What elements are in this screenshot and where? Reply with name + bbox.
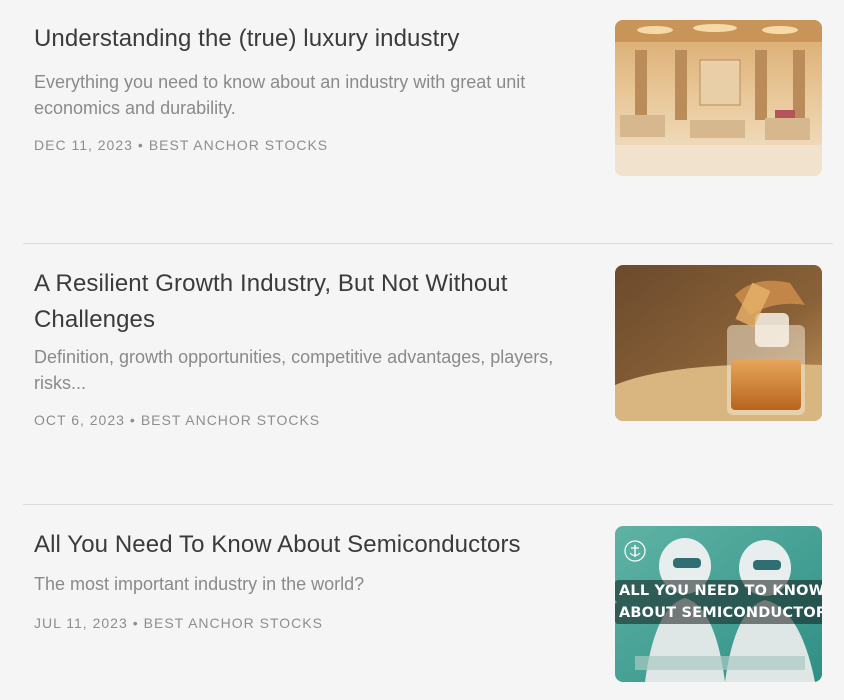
post-item[interactable]: Understanding the (true) luxury industry…: [23, 20, 833, 180]
thumbnail-caption-line1: ALL YOU NEED TO KNOW: [615, 580, 822, 602]
meta-separator: •: [129, 412, 136, 428]
thumbnail-caption-line2: ABOUT SEMICONDUCTORS: [615, 602, 822, 624]
meta-separator: •: [137, 137, 144, 153]
post-title[interactable]: All You Need To Know About Semiconductor…: [34, 527, 594, 563]
divider: [23, 243, 833, 244]
post-text: Understanding the (true) luxury industry…: [34, 21, 594, 153]
luxury-store-image: [615, 20, 822, 176]
post-item[interactable]: All You Need To Know About Semiconductor…: [23, 526, 833, 686]
post-text: A Resilient Growth Industry, But Not Wit…: [34, 266, 594, 428]
post-meta: DEC 11, 2023 • BEST ANCHOR STOCKS: [34, 137, 594, 153]
post-text: All You Need To Know About Semiconductor…: [34, 527, 594, 631]
meta-separator: •: [132, 615, 139, 631]
post-item[interactable]: A Resilient Growth Industry, But Not Wit…: [23, 265, 833, 428]
post-meta: OCT 6, 2023 • BEST ANCHOR STOCKS: [34, 412, 594, 428]
post-date: DEC 11, 2023: [34, 137, 133, 153]
divider: [23, 504, 833, 505]
post-date: JUL 11, 2023: [34, 615, 128, 631]
post-date: OCT 6, 2023: [34, 412, 125, 428]
post-title[interactable]: A Resilient Growth Industry, But Not Wit…: [34, 266, 554, 338]
anchor-logo-icon: [624, 540, 646, 562]
post-thumbnail[interactable]: [615, 20, 822, 176]
post-subtitle: Everything you need to know about an ind…: [34, 72, 526, 118]
post-author[interactable]: BEST ANCHOR STOCKS: [144, 615, 323, 631]
post-thumbnail[interactable]: [615, 265, 822, 421]
whiskey-glass-image: [615, 265, 822, 421]
thumbnail-caption: ALL YOU NEED TO KNOW ABOUT SEMICONDUCTOR…: [615, 580, 822, 624]
post-subtitle: Definition, growth opportunities, compet…: [34, 347, 554, 393]
post-title[interactable]: Understanding the (true) luxury industry: [34, 21, 594, 57]
post-meta: JUL 11, 2023 • BEST ANCHOR STOCKS: [34, 615, 594, 631]
post-author[interactable]: BEST ANCHOR STOCKS: [141, 412, 320, 428]
post-subtitle: The most important industry in the world…: [34, 574, 365, 594]
post-thumbnail[interactable]: ALL YOU NEED TO KNOW ABOUT SEMICONDUCTOR…: [615, 526, 822, 682]
post-author[interactable]: BEST ANCHOR STOCKS: [149, 137, 328, 153]
